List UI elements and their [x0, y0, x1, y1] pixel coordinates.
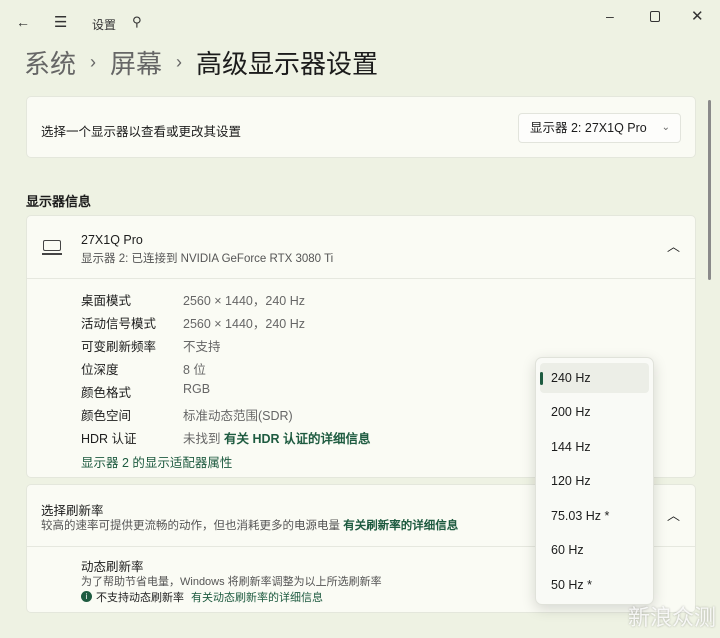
option-120hz[interactable]: 120 Hz: [540, 466, 649, 496]
laptop-icon-base: [42, 253, 62, 255]
dynamic-refresh-link[interactable]: 有关动态刷新率的详细信息: [191, 589, 323, 605]
info-icon: i: [81, 591, 92, 602]
maximize-button[interactable]: [650, 11, 660, 22]
hdr-cert-link[interactable]: 有关 HDR 认证的详细信息: [224, 432, 371, 446]
refresh-rate-dropdown: 240 Hz 200 Hz 144 Hz 120 Hz 75.03 Hz * 6…: [535, 357, 654, 605]
display-name: 27X1Q Pro: [81, 233, 143, 247]
info-label: HDR 认证: [81, 432, 137, 446]
refresh-desc: 较高的速率可提供更流畅的动作，但也消耗更多的电源电量: [41, 520, 340, 532]
menu-icon[interactable]: ☰: [54, 13, 67, 31]
chevron-down-icon: ⌄: [661, 122, 670, 133]
close-button[interactable]: ✕: [691, 7, 704, 25]
info-value: 8 位: [183, 363, 206, 377]
option-240hz[interactable]: 240 Hz: [540, 363, 649, 393]
info-value: 未找到: [183, 432, 221, 446]
scrollbar[interactable]: [708, 100, 711, 280]
adapter-properties-link[interactable]: 显示器 2 的显示适配器属性: [81, 452, 232, 471]
laptop-icon: [43, 240, 61, 251]
display-select-value: 显示器 2: 27X1Q Pro: [530, 121, 647, 135]
info-label: 颜色空间: [81, 409, 132, 423]
page-title: 高级显示器设置: [196, 49, 379, 79]
app-title: 设置: [92, 18, 117, 32]
back-icon[interactable]: ←: [16, 14, 30, 30]
info-value: 2560 × 1440，240 Hz: [183, 317, 305, 331]
option-50hz[interactable]: 50 Hz *: [540, 570, 649, 600]
display-info-header[interactable]: 27X1Q Pro 显示器 2: 已连接到 NVIDIA GeForce RTX…: [27, 216, 695, 278]
display-subtitle: 显示器 2: 已连接到 NVIDIA GeForce RTX 3080 Ti: [81, 253, 334, 265]
info-value: 不支持: [183, 340, 221, 354]
option-75hz[interactable]: 75.03 Hz *: [540, 501, 649, 531]
display-select[interactable]: 显示器 2: 27X1Q Pro ⌄: [518, 113, 681, 143]
chevron-up-icon[interactable]: ︿: [667, 505, 680, 524]
section-title: 显示器信息: [26, 194, 92, 209]
info-label: 活动信号模式: [81, 317, 157, 331]
refresh-desc-group: 较高的速率可提供更流畅的动作，但也消耗更多的电源电量 有关刷新率的详细信息: [41, 517, 458, 533]
info-label: 位深度: [81, 363, 119, 377]
refresh-info-link[interactable]: 有关刷新率的详细信息: [343, 520, 458, 532]
hdr-value-group: 未找到 有关 HDR 认证的详细信息: [183, 428, 371, 447]
breadcrumb-display[interactable]: 屏幕: [110, 44, 162, 81]
chevron-up-icon[interactable]: ︿: [667, 236, 680, 255]
search-icon[interactable]: ⚲: [132, 14, 142, 30]
option-144hz[interactable]: 144 Hz: [540, 432, 649, 462]
breadcrumb-system[interactable]: 系统: [24, 44, 76, 81]
minimize-button[interactable]: –: [606, 8, 614, 24]
info-label: 颜色格式: [81, 386, 132, 400]
watermark: 新浪众测: [628, 605, 717, 630]
chevron-right-icon: ›: [176, 52, 183, 72]
select-display-card: 选择一个显示器以查看或更改其设置 显示器 2: 27X1Q Pro ⌄: [26, 96, 696, 158]
info-value: RGB: [183, 382, 211, 396]
select-display-label: 选择一个显示器以查看或更改其设置: [41, 125, 242, 139]
option-60hz[interactable]: 60 Hz: [540, 535, 649, 565]
info-label: 可变刷新频率: [81, 340, 157, 354]
dynamic-refresh-status: 不支持动态刷新率: [96, 592, 184, 604]
option-200hz[interactable]: 200 Hz: [540, 397, 649, 427]
breadcrumb: 系统 › 屏幕 › 高级显示器设置: [24, 44, 378, 81]
info-label: 桌面模式: [81, 294, 132, 308]
info-value: 2560 × 1440，240 Hz: [183, 294, 305, 308]
dynamic-refresh-desc: 为了帮助节省电量，Windows 将刷新率调整为以上所选刷新率: [81, 576, 382, 588]
info-value: 标准动态范围(SDR): [183, 409, 293, 423]
chevron-right-icon: ›: [90, 52, 97, 72]
